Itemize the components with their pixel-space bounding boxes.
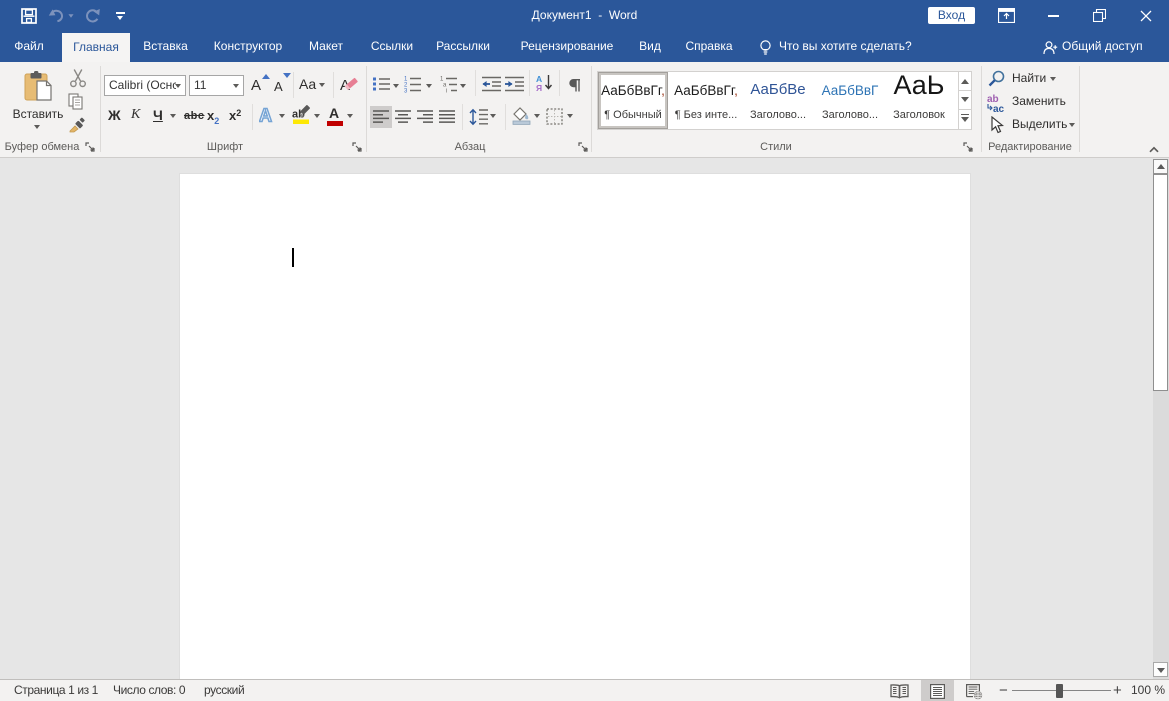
svg-text:i: i: [446, 89, 447, 94]
svg-text:Я: Я: [536, 83, 542, 92]
svg-text:ac: ac: [993, 104, 1005, 113]
svg-text:3: 3: [404, 89, 408, 94]
svg-text:A: A: [259, 106, 272, 124]
